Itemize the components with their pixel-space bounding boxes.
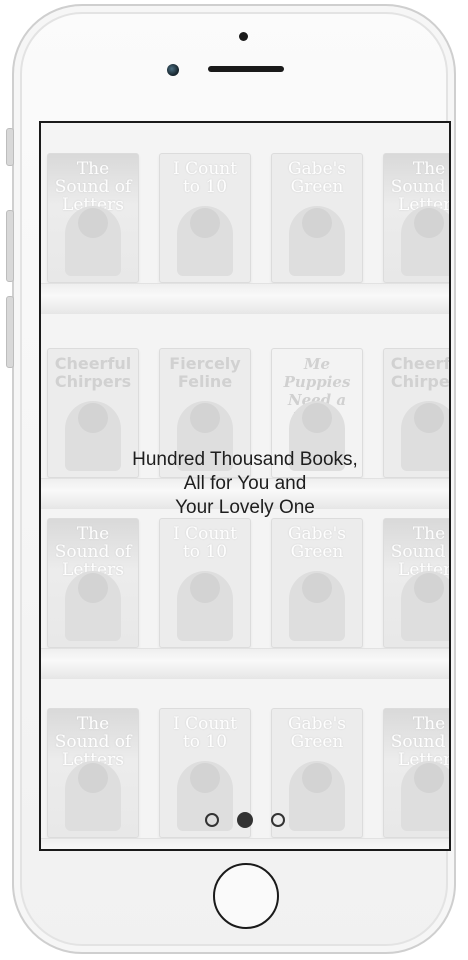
- book-cover: I Count to 10: [159, 518, 251, 648]
- home-button[interactable]: [213, 863, 279, 929]
- carousel-dot[interactable]: [237, 812, 253, 828]
- book-cover: The Sound of Letters: [383, 153, 451, 283]
- tagline-line-1: Hundred Thousand Books,: [132, 449, 358, 470]
- onboarding-tagline: Hundred Thousand Books, All for You and …: [41, 448, 449, 520]
- cover-illustration: [414, 208, 444, 238]
- book-cover: The Sound of Letters: [383, 518, 451, 648]
- carousel-dot[interactable]: [205, 813, 219, 827]
- book-title: Gabe's Green: [287, 524, 347, 562]
- proximity-sensor: [239, 32, 248, 41]
- cover-illustration: [190, 403, 220, 433]
- cover-illustration: [78, 763, 108, 793]
- cover-illustration: [302, 573, 332, 603]
- cover-illustration: [78, 573, 108, 603]
- book-title: Gabe's Green: [287, 714, 347, 752]
- cover-illustration: [414, 763, 444, 793]
- cover-illustration: [302, 403, 332, 433]
- shelf-board: [41, 838, 449, 849]
- book-cover: The Sound of Letters: [47, 518, 139, 648]
- book-title: Cheerful Chirpers: [390, 354, 451, 391]
- volume-up-button: [6, 210, 14, 282]
- tagline-line-3: Your Lovely One: [175, 497, 315, 518]
- shelf-row: The Sound of Letters I Count to 10 Gabe's …: [41, 153, 449, 333]
- book-title: Fiercely Feline: [169, 354, 241, 391]
- cover-illustration: [190, 763, 220, 793]
- shelf-row: The Sound of Letters I Count to 10 Gabe's …: [41, 518, 449, 698]
- cover-illustration: [414, 573, 444, 603]
- cover-illustration: [78, 208, 108, 238]
- book-cover: Gabe's Green: [271, 518, 363, 648]
- cover-illustration: [190, 573, 220, 603]
- book-title: Cheerful Chirpers: [54, 354, 132, 391]
- book-title: I Count to 10: [172, 524, 238, 562]
- carousel-dot[interactable]: [271, 813, 285, 827]
- book-title: The Sound of Letters: [390, 159, 451, 215]
- book-title: Gabe's Green: [287, 159, 347, 197]
- book-cover: The Sound of Letters: [47, 153, 139, 283]
- cover-illustration: [414, 403, 444, 433]
- cover-illustration: [78, 403, 108, 433]
- book-title: The Sound of Letters: [390, 524, 451, 580]
- front-camera-icon: [167, 64, 179, 76]
- book-title: I Count to 10: [172, 159, 238, 197]
- book-title: The Sound of Letters: [390, 714, 451, 770]
- volume-down-button: [6, 296, 14, 368]
- earpiece-speaker: [208, 66, 284, 72]
- shelf-board: [41, 648, 449, 679]
- cover-illustration: [302, 763, 332, 793]
- shelf-board: [41, 283, 449, 314]
- mute-switch: [6, 128, 14, 166]
- cover-illustration: [190, 208, 220, 238]
- book-cover: I Count to 10: [159, 153, 251, 283]
- book-title: I Count to 10: [172, 714, 238, 752]
- shelf-row: The Sound of Letters I Count to 10 Gabe's …: [41, 708, 451, 849]
- book-cover: Gabe's Green: [271, 153, 363, 283]
- cover-illustration: [302, 208, 332, 238]
- tagline-line-2: All for You and: [183, 473, 307, 494]
- device-stage: The Sound of Letters I Count to 10 Gabe's …: [0, 0, 468, 960]
- app-screen[interactable]: The Sound of Letters I Count to 10 Gabe's …: [39, 121, 451, 851]
- carousel-page-indicator[interactable]: [41, 812, 449, 828]
